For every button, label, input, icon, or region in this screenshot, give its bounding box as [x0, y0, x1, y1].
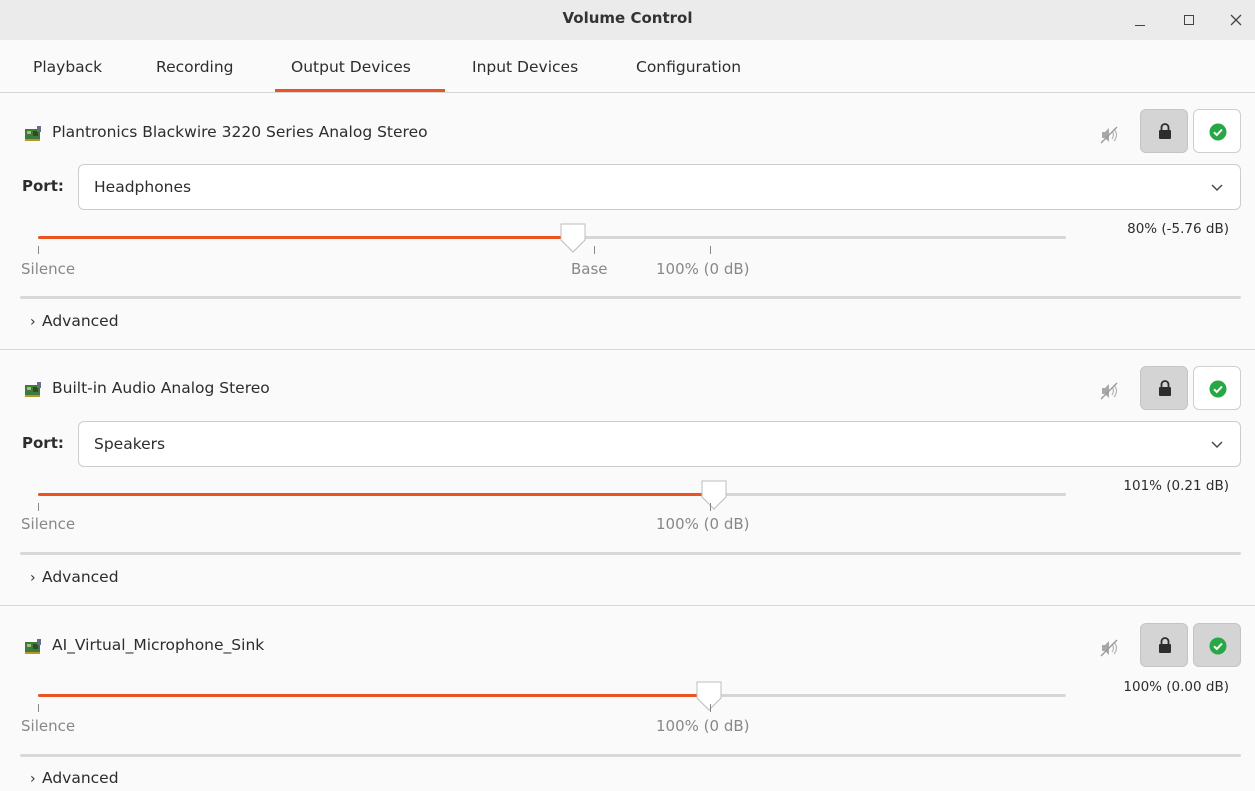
- lock-channels-button[interactable]: [1140, 366, 1188, 410]
- hundred-percent-tick: [710, 503, 711, 511]
- check-circle-icon: [1209, 380, 1227, 398]
- tab-recording[interactable]: Recording: [156, 58, 234, 76]
- peak-meter: [20, 754, 1241, 757]
- lock-icon: [1159, 637, 1171, 653]
- volume-value: 80% (-5.76 dB): [1127, 221, 1229, 237]
- silence-label: Silence: [21, 515, 76, 533]
- window-title: Volume Control: [562, 9, 693, 27]
- hundred-percent-label: 100% (0 dB): [656, 515, 750, 533]
- check-circle-icon: [1209, 123, 1227, 141]
- base-tick: [594, 246, 595, 254]
- close-icon: [1230, 14, 1242, 26]
- hundred-percent-label: 100% (0 dB): [656, 260, 750, 278]
- port-value: Headphones: [94, 178, 192, 196]
- speaker-muted-icon[interactable]: [1100, 126, 1120, 144]
- silence-tick: [38, 503, 39, 511]
- device-card: Built-in Audio Analog Stereo Port: Speak…: [0, 351, 1255, 606]
- advanced-label: Advanced: [42, 568, 119, 586]
- port-dropdown[interactable]: Headphones: [78, 164, 1241, 210]
- volume-fill: [38, 493, 714, 496]
- chevron-right-icon: ›: [30, 771, 36, 787]
- sound-card-icon: [25, 126, 41, 141]
- set-default-button[interactable]: [1193, 623, 1241, 667]
- volume-slider-handle[interactable]: [700, 479, 728, 511]
- port-label: Port:: [22, 177, 64, 195]
- device-name: Built-in Audio Analog Stereo: [52, 379, 270, 397]
- set-default-button[interactable]: [1193, 366, 1241, 410]
- minimize-button[interactable]: [1126, 6, 1154, 34]
- maximize-button[interactable]: [1175, 6, 1203, 34]
- tab-playback[interactable]: Playback: [33, 58, 102, 76]
- lock-channels-button[interactable]: [1140, 623, 1188, 667]
- tab-configuration[interactable]: Configuration: [636, 58, 741, 76]
- device-name: AI_Virtual_Microphone_Sink: [52, 636, 265, 654]
- set-default-button[interactable]: [1193, 109, 1241, 153]
- port-dropdown[interactable]: Speakers: [78, 421, 1241, 467]
- chevron-down-icon: [1211, 184, 1223, 191]
- base-label: Base: [571, 260, 608, 278]
- maximize-icon: [1184, 15, 1194, 25]
- advanced-expander[interactable]: › Advanced: [30, 568, 119, 586]
- lock-icon: [1159, 380, 1171, 396]
- silence-tick: [38, 704, 39, 712]
- advanced-expander[interactable]: › Advanced: [30, 312, 119, 330]
- silence-tick: [38, 246, 39, 254]
- tab-output-devices[interactable]: Output Devices: [291, 58, 411, 76]
- volume-slider[interactable]: [38, 223, 1066, 253]
- advanced-label: Advanced: [42, 769, 119, 787]
- minimize-icon: [1135, 25, 1145, 26]
- lock-channels-button[interactable]: [1140, 109, 1188, 153]
- sound-card-icon: [25, 382, 41, 397]
- active-tab-indicator: [275, 89, 445, 92]
- silence-label: Silence: [21, 717, 76, 735]
- port-label: Port:: [22, 434, 64, 452]
- chevron-right-icon: ›: [30, 570, 36, 586]
- tab-bar: Playback Recording Output Devices Input …: [0, 40, 1255, 93]
- volume-fill: [38, 694, 709, 697]
- hundred-percent-tick: [710, 246, 711, 254]
- speaker-muted-icon[interactable]: [1100, 382, 1120, 400]
- volume-slider[interactable]: [38, 480, 1066, 510]
- device-card: AI_Virtual_Microphone_Sink 100% (0.00 dB…: [0, 607, 1255, 791]
- speaker-muted-icon[interactable]: [1100, 639, 1120, 657]
- volume-value: 100% (0.00 dB): [1123, 679, 1229, 695]
- volume-slider[interactable]: [38, 681, 1066, 711]
- volume-fill: [38, 236, 573, 239]
- peak-meter: [20, 552, 1241, 555]
- lock-icon: [1159, 123, 1171, 139]
- volume-slider-handle[interactable]: [559, 222, 587, 254]
- close-button[interactable]: [1222, 6, 1250, 34]
- volume-value: 101% (0.21 dB): [1123, 478, 1229, 494]
- port-value: Speakers: [94, 435, 166, 453]
- hundred-percent-tick: [710, 704, 711, 712]
- check-circle-icon: [1209, 637, 1227, 655]
- volume-slider-handle[interactable]: [695, 680, 723, 712]
- sound-card-icon: [25, 639, 41, 654]
- tab-input-devices[interactable]: Input Devices: [472, 58, 578, 76]
- silence-label: Silence: [21, 260, 76, 278]
- chevron-right-icon: ›: [30, 314, 36, 330]
- hundred-percent-label: 100% (0 dB): [656, 717, 750, 735]
- title-bar: Volume Control: [0, 0, 1255, 40]
- device-card: Plantronics Blackwire 3220 Series Analog…: [0, 94, 1255, 350]
- advanced-expander[interactable]: › Advanced: [30, 769, 119, 787]
- peak-meter: [20, 296, 1241, 299]
- device-name: Plantronics Blackwire 3220 Series Analog…: [52, 123, 428, 141]
- chevron-down-icon: [1211, 441, 1223, 448]
- advanced-label: Advanced: [42, 312, 119, 330]
